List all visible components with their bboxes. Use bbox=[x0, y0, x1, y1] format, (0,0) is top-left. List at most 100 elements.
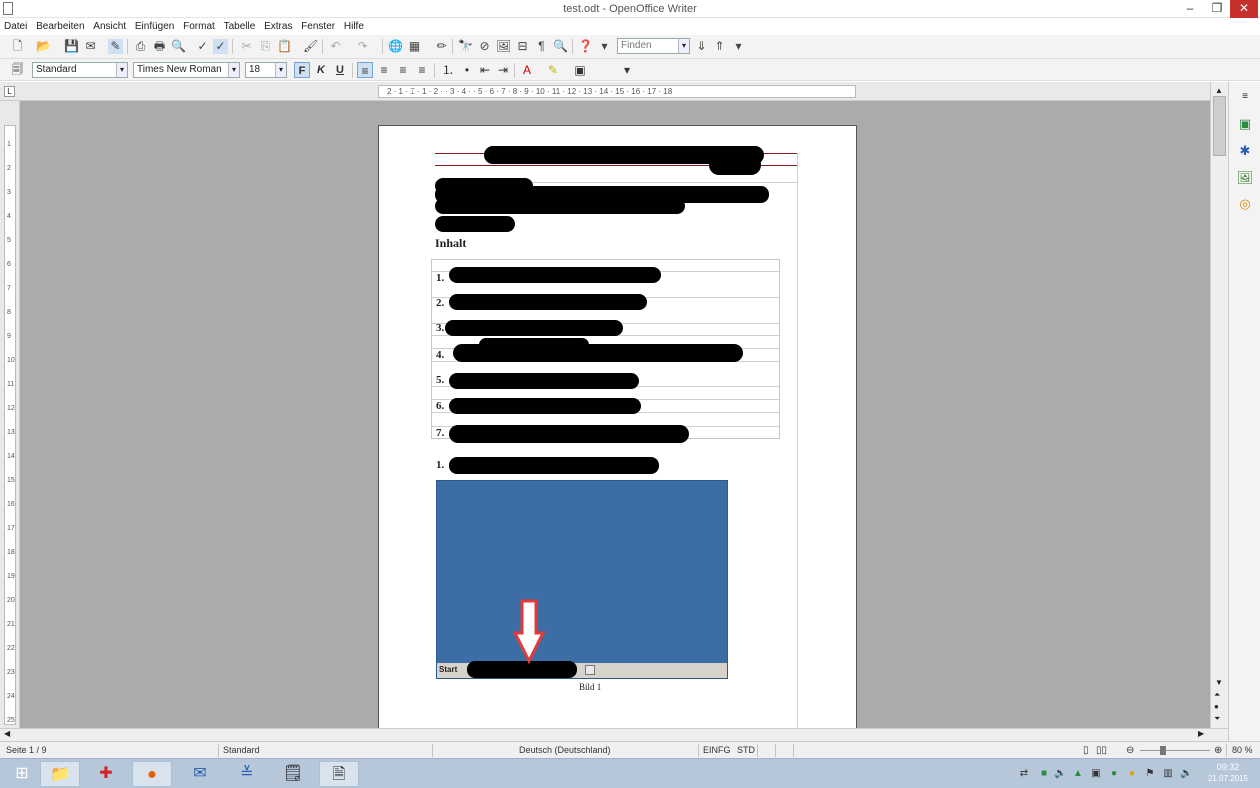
notepad-icon[interactable]: 🗒 bbox=[273, 761, 313, 787]
open-folder-icon[interactable]: 📂 bbox=[36, 39, 51, 54]
minimize-button[interactable]: – bbox=[1176, 0, 1204, 18]
toolbar-more-icon[interactable]: ▾ bbox=[597, 39, 612, 54]
tray-icon[interactable]: ● bbox=[1126, 768, 1138, 780]
tray-icon[interactable]: ● bbox=[1108, 768, 1120, 780]
thunderbird-icon[interactable]: ✉ bbox=[180, 761, 220, 787]
menu-ansicht[interactable]: Ansicht bbox=[93, 18, 126, 35]
flag-icon[interactable]: ⚑ bbox=[1144, 768, 1156, 780]
navigator-icon[interactable]: ◎ bbox=[1236, 195, 1254, 213]
close-button[interactable]: ✕ bbox=[1230, 0, 1258, 18]
menu-tabelle[interactable]: Tabelle bbox=[224, 18, 256, 35]
page-preview-icon[interactable]: 🔍 bbox=[171, 39, 186, 54]
clock-time[interactable]: 09:32 bbox=[1204, 762, 1252, 772]
vertical-ruler[interactable]: 1 2 3 4 5 6 7 8 9 10 11 12 13 14 15 16 17 18 19 20 21 22 23 24 2… bbox=[0, 101, 20, 728]
menu-format[interactable]: Format bbox=[183, 18, 215, 35]
menu-extras[interactable]: Extras bbox=[264, 18, 292, 35]
chevron-down-icon[interactable]: ▾ bbox=[678, 39, 689, 53]
font-name-select[interactable]: Times New Roman ▾ bbox=[133, 62, 240, 78]
align-left-icon[interactable]: ≡ bbox=[357, 62, 373, 78]
zoom-slider[interactable] bbox=[1140, 750, 1210, 751]
language-indicator[interactable]: Deutsch (Deutschland) bbox=[519, 745, 611, 755]
styles-icon[interactable]: ✱ bbox=[1236, 142, 1254, 160]
app-icon[interactable]: ✚ bbox=[86, 761, 126, 787]
styles-formatting-icon[interactable]: 🗐 bbox=[10, 62, 25, 77]
clock-date[interactable]: 21.07.2015 bbox=[1204, 774, 1252, 783]
font-color-icon[interactable]: A bbox=[519, 62, 535, 78]
email-icon[interactable]: ✉ bbox=[83, 39, 98, 54]
show-draw-functions-icon[interactable]: ✏ bbox=[434, 39, 449, 54]
bullets-icon[interactable]: • bbox=[459, 62, 475, 78]
align-justify-icon[interactable]: ≡ bbox=[414, 62, 430, 78]
menu-einfuegen[interactable]: Einfügen bbox=[135, 18, 174, 35]
scroll-down-icon[interactable]: ▼ bbox=[1215, 678, 1223, 687]
edit-mode-icon[interactable]: ✎ bbox=[108, 39, 123, 54]
next-page-icon[interactable]: ⏷ bbox=[1214, 714, 1220, 724]
font-size-select[interactable]: 18 ▾ bbox=[245, 62, 287, 78]
increase-indent-icon[interactable]: ⇥ bbox=[495, 62, 511, 78]
spellcheck-icon[interactable]: ✓ bbox=[195, 39, 210, 54]
cut-icon[interactable]: ✂ bbox=[239, 39, 254, 54]
gallery-icon[interactable]: 🖼 bbox=[1236, 169, 1254, 187]
bold-button[interactable]: F bbox=[294, 62, 310, 78]
print-icon[interactable]: 🖶 bbox=[152, 39, 167, 54]
find-replace-icon[interactable]: 🔭 bbox=[458, 39, 473, 54]
properties-icon[interactable]: ▣ bbox=[1236, 115, 1254, 133]
italic-button[interactable]: K bbox=[313, 62, 329, 78]
table-icon[interactable]: ▦ bbox=[407, 39, 422, 54]
toolbar-options-icon[interactable]: ▾ bbox=[619, 62, 635, 78]
scroll-up-icon[interactable]: ▲ bbox=[1215, 86, 1223, 95]
undo-icon[interactable]: ↶ bbox=[328, 39, 343, 54]
export-pdf-icon[interactable]: ⎙ bbox=[133, 39, 148, 54]
find-previous-icon[interactable]: ⇑ bbox=[712, 39, 727, 54]
toolbar-options-icon[interactable]: ▾ bbox=[731, 39, 746, 54]
volume-icon[interactable]: 🔈 bbox=[1054, 768, 1066, 780]
navigation-icon[interactable]: ● bbox=[1214, 702, 1219, 711]
network-icon[interactable]: ▥ bbox=[1162, 768, 1174, 780]
single-page-view-icon[interactable]: ▯ bbox=[1083, 745, 1089, 756]
zoom-level[interactable]: 80 % bbox=[1232, 745, 1253, 755]
formatting-marks-icon[interactable]: ¶ bbox=[534, 39, 549, 54]
page-indicator[interactable]: Seite 1 / 9 bbox=[6, 745, 47, 755]
find-input[interactable]: Finden ▾ bbox=[617, 38, 690, 54]
tray-icon[interactable]: ⇄ bbox=[1018, 768, 1030, 780]
autospellcheck-icon[interactable]: ✓ bbox=[213, 39, 228, 54]
document-page[interactable]: Inhalt 1. 2. 3. 4. 5. 6. 7. 1. Start Bil… bbox=[378, 125, 857, 733]
paste-icon[interactable]: 📋 bbox=[277, 39, 292, 54]
underline-button[interactable]: U bbox=[332, 62, 348, 78]
zoom-slider-handle[interactable] bbox=[1160, 746, 1166, 755]
horizontal-scrollbar[interactable]: ◀ ▶ bbox=[0, 728, 1228, 741]
tray-icon[interactable]: ▲ bbox=[1072, 768, 1084, 780]
highlighting-icon[interactable]: ✎ bbox=[545, 62, 561, 78]
writer-icon[interactable]: 🗎 bbox=[319, 761, 359, 787]
selection-mode[interactable]: STD bbox=[737, 745, 755, 755]
previous-page-icon[interactable]: ⏶ bbox=[1214, 690, 1220, 700]
multi-page-view-icon[interactable]: ▯▯ bbox=[1096, 745, 1107, 756]
numbering-icon[interactable]: ⒈ bbox=[440, 62, 456, 78]
save-icon[interactable]: 💾 bbox=[64, 39, 79, 54]
format-paintbrush-icon[interactable]: 🖌 bbox=[303, 39, 318, 54]
vertical-scrollbar[interactable]: ▲ ▼ ⏶ ● ⏷ bbox=[1210, 82, 1228, 728]
zoom-in-icon[interactable]: ⊕ bbox=[1214, 745, 1222, 756]
menu-bearbeiten[interactable]: Bearbeiten bbox=[36, 18, 84, 35]
scroll-thumb[interactable] bbox=[1213, 96, 1226, 156]
page-style[interactable]: Standard bbox=[223, 745, 260, 755]
restore-button[interactable]: ❐ bbox=[1203, 0, 1231, 18]
chevron-down-icon[interactable]: ▾ bbox=[228, 63, 239, 77]
sidebar-menu-icon[interactable]: ≡ bbox=[1236, 88, 1254, 106]
file-explorer-icon[interactable]: 📁 bbox=[40, 761, 80, 787]
help-icon[interactable]: ❓ bbox=[578, 39, 593, 54]
embedded-screenshot[interactable]: Start bbox=[436, 480, 728, 679]
hyperlink-icon[interactable]: 🌐 bbox=[388, 39, 403, 54]
insert-mode[interactable]: EINFG bbox=[703, 745, 731, 755]
copy-icon[interactable]: ⎘ bbox=[258, 39, 273, 54]
zoom-out-icon[interactable]: ⊖ bbox=[1126, 745, 1134, 756]
zoom-icon[interactable]: 🔍 bbox=[553, 39, 568, 54]
scroll-right-icon[interactable]: ▶ bbox=[1198, 729, 1204, 738]
tray-icon[interactable]: ■ bbox=[1038, 768, 1050, 780]
horizontal-ruler[interactable]: L 2 · 1 · ⌶ · 1 · 2 · · 3 · 4 · · 5 · 6 … bbox=[0, 82, 1228, 101]
decrease-indent-icon[interactable]: ⇤ bbox=[477, 62, 493, 78]
paragraph-style-select[interactable]: Standard ▾ bbox=[32, 62, 128, 78]
new-document-icon[interactable]: 🗋 bbox=[10, 39, 25, 54]
data-sources-icon[interactable]: ⊟ bbox=[515, 39, 530, 54]
firefox-icon[interactable]: ● bbox=[132, 761, 172, 787]
